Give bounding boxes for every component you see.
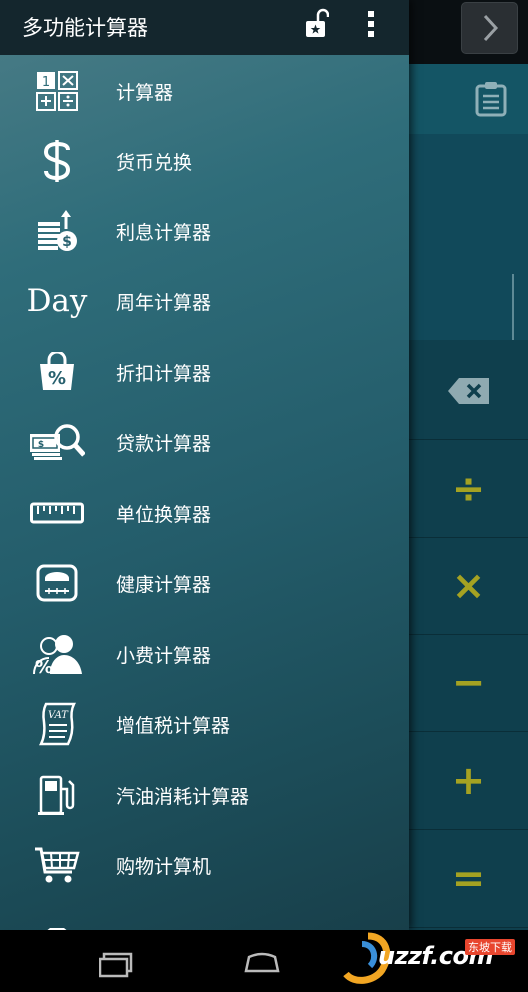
clipboard-icon[interactable] <box>474 81 508 117</box>
menu-label: 小费计算器 <box>116 645 212 667</box>
menu-label: 增值税计算器 <box>116 715 231 737</box>
menu-item-calculator[interactable]: 1 计算器 <box>0 56 409 126</box>
tip-person-icon: % <box>28 629 86 679</box>
app-title: 多功能计算器 <box>22 16 148 40</box>
more-vert-icon[interactable] <box>364 10 378 38</box>
shopping-cart-icon <box>28 840 86 890</box>
menu-label: 单位换算器 <box>116 504 212 526</box>
watermark-logo: uzzf.com 东坡下载 <box>338 930 528 992</box>
menu-item-tip[interactable]: % 小费计算器 <box>0 619 409 689</box>
menu-label: 计算器 <box>116 82 174 104</box>
svg-text:%: % <box>35 657 53 675</box>
ruler-icon <box>28 488 86 538</box>
equals-key[interactable]: = <box>409 830 528 928</box>
menu-item-unit[interactable]: 单位换算器 <box>0 478 409 548</box>
menu-label: 周年计算器 <box>116 292 212 314</box>
scale-icon <box>28 558 86 608</box>
navigation-drawer: 多功能计算器 1 计算器 货币兑换 $ 利息计算器 Day 周年计算器 % 折扣… <box>0 0 409 930</box>
svg-text:VAT: VAT <box>48 710 69 721</box>
menu-item-currency[interactable]: 货币兑换 <box>0 126 409 196</box>
calculator-icon: 1 <box>28 66 86 116</box>
menu-item-anniversary[interactable]: Day 周年计算器 <box>0 266 409 336</box>
calculator-display <box>409 134 528 394</box>
discount-bag-icon: % <box>28 347 86 397</box>
menu-label: 贷款计算器 <box>116 433 212 455</box>
menu-item-health[interactable]: 健康计算器 <box>0 548 409 618</box>
plus-key[interactable]: + <box>409 732 528 830</box>
svg-text:%: % <box>48 368 66 389</box>
divide-symbol: ÷ <box>451 465 486 512</box>
day-icon: Day <box>26 276 88 326</box>
shirt-icon <box>28 910 86 930</box>
menu-label: 健康计算器 <box>116 574 212 596</box>
menu-item-clothing-partial[interactable] <box>0 900 409 930</box>
backspace-key[interactable] <box>409 342 528 440</box>
plus-symbol: + <box>451 757 486 804</box>
backspace-icon <box>447 377 489 404</box>
menu-item-interest[interactable]: $ 利息计算器 <box>0 196 409 266</box>
home-icon[interactable] <box>243 952 281 974</box>
divide-key[interactable]: ÷ <box>409 440 528 538</box>
vat-receipt-icon: VAT <box>28 699 86 749</box>
background-toolbar <box>409 64 528 134</box>
svg-text:$: $ <box>38 440 44 450</box>
recents-icon[interactable] <box>99 952 133 978</box>
equals-symbol: = <box>451 855 486 902</box>
watermark-badge: 东坡下载 <box>465 939 515 955</box>
menu-label: 利息计算器 <box>116 222 212 244</box>
menu-item-vat[interactable]: VAT 增值税计算器 <box>0 689 409 759</box>
menu-label: 折扣计算器 <box>116 363 212 385</box>
drawer-header: 多功能计算器 <box>0 0 409 55</box>
menu-label: 购物计算机 <box>116 856 212 878</box>
multiply-symbol: × <box>451 562 486 609</box>
day-icon-text: Day <box>26 283 88 319</box>
loan-search-icon: $ <box>28 417 86 467</box>
menu-item-shopping[interactable]: 购物计算机 <box>0 830 409 900</box>
multiply-key[interactable]: × <box>409 537 528 635</box>
chevron-right-icon <box>483 14 499 42</box>
menu-label: 货币兑换 <box>116 152 193 174</box>
menu-item-loan[interactable]: $ 贷款计算器 <box>0 407 409 477</box>
next-button[interactable] <box>461 2 518 54</box>
fuel-pump-icon <box>28 770 86 820</box>
interest-coins-icon: $ <box>28 206 86 256</box>
minus-key[interactable]: − <box>409 634 528 732</box>
menu-label: 汽油消耗计算器 <box>116 786 250 808</box>
menu-item-fuel[interactable]: 汽油消耗计算器 <box>0 760 409 830</box>
dollar-icon <box>28 136 86 186</box>
svg-text:$: $ <box>62 234 72 250</box>
minus-symbol: − <box>451 659 486 706</box>
svg-text:1: 1 <box>42 75 50 90</box>
unlock-icon[interactable] <box>305 8 329 38</box>
menu-item-discount[interactable]: % 折扣计算器 <box>0 337 409 407</box>
